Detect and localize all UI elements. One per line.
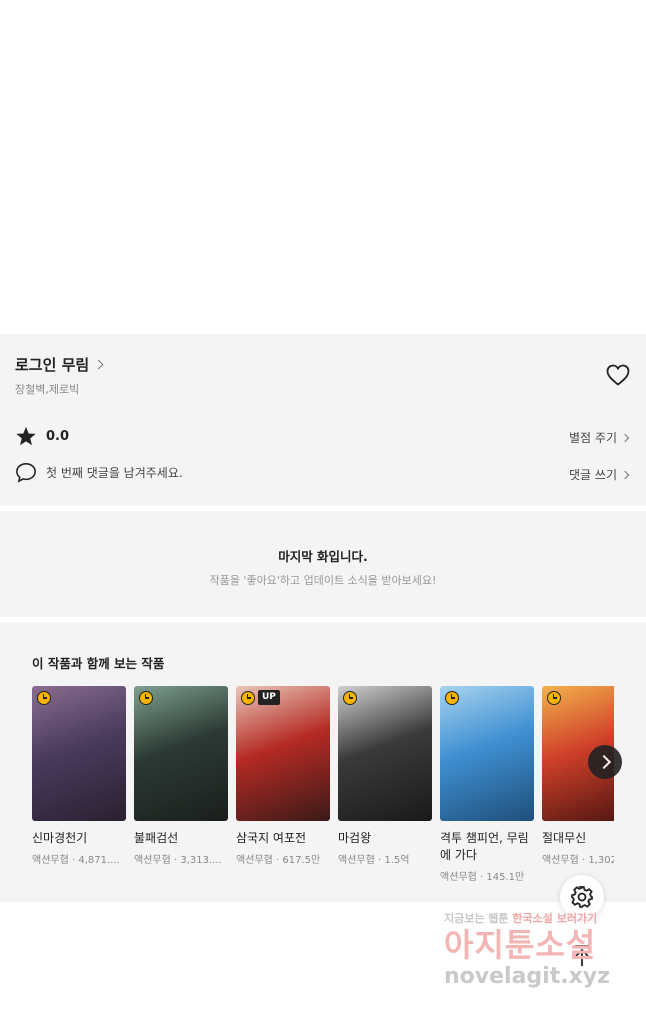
card-title: 절대무신 (542, 831, 587, 845)
chevron-right-icon (93, 359, 104, 370)
card-meta: 액션무협 · 1.5억 (338, 855, 410, 866)
card-genre: 액션무협 (440, 872, 477, 883)
card-views: 145.1만 (486, 872, 525, 883)
heart-outline-icon[interactable] (606, 364, 630, 386)
cover-thumbnail (134, 686, 228, 821)
card-meta: 액션무협 · 1,302... (542, 851, 614, 866)
rate-button[interactable]: 별점 주기 (569, 429, 630, 446)
card-meta: 액션무협 · 3,313.... (134, 855, 222, 866)
arrow-up-icon[interactable] (566, 940, 598, 972)
card-views: 3,313.... (180, 855, 222, 866)
recommendation-card[interactable]: 격투 챔피언, 무림에 가다 액션무협 · 145.1만 (440, 686, 534, 883)
rating-display: 0.0 (15, 426, 69, 447)
chevron-right-icon (620, 470, 630, 479)
card-views: 617.5만 (282, 855, 321, 866)
rating-value: 0.0 (46, 429, 70, 444)
write-comment-label: 댓글 쓰기 (569, 468, 617, 482)
recommendation-card[interactable]: 마검왕 액션무협 · 1.5억 (338, 686, 432, 866)
site-watermark: 지금보는 웹툰 한국소설 보러가기 아지툰소설 novelagit.xyz (444, 910, 634, 1000)
work-title: 로그인 무림 (15, 356, 90, 374)
card-meta: 액션무협 · 617.5만 (236, 855, 321, 866)
card-meta: 액션무협 · 4,871.... (32, 855, 120, 866)
clock-badge-icon (343, 691, 357, 705)
card-title: 신마경천기 (32, 831, 88, 845)
recommendation-card[interactable]: 신마경천기 액션무협 · 4,871.... (32, 686, 126, 866)
last-episode-notice: 마지막 화입니다. 작품을 '좋아요'하고 업데이트 소식을 받아보세요! (0, 511, 646, 617)
card-title: 삼국지 여포전 (236, 831, 307, 845)
card-genre: 액션무협 (32, 855, 69, 866)
recommendations-title: 이 작품과 함께 보는 작품 (32, 656, 165, 671)
recommendations-carousel: 신마경천기 액션무협 · 4,871.... 불패검선 액션무협 · 3,313… (32, 686, 614, 896)
comment-prompt[interactable]: 첫 번째 댓글을 남겨주세요. (15, 462, 183, 483)
card-genre: 액션무협 (542, 855, 579, 866)
watermark-line2: 아지툰소설 (444, 926, 597, 964)
write-comment-button[interactable]: 댓글 쓰기 (569, 466, 630, 483)
settings-button[interactable] (560, 875, 604, 919)
recommendations-section: 이 작품과 함께 보는 작품 신마경천기 액션무협 · 4,871.... 불패… (0, 622, 646, 902)
clock-badge-icon (139, 691, 153, 705)
card-genre: 액션무협 (338, 855, 375, 866)
work-info-panel: 로그인 무림 장철벽,제로빅 0.0 별점 주기 첫 번째 댓글을 남겨주세요.… (0, 334, 646, 506)
carousel-next-button[interactable] (588, 745, 622, 779)
recommendation-card[interactable]: UP 삼국지 여포전 액션무협 · 617.5만 (236, 686, 330, 866)
card-genre: 액션무협 (236, 855, 273, 866)
cover-thumbnail: UP (236, 686, 330, 821)
last-episode-title: 마지막 화입니다. (278, 549, 368, 564)
cover-thumbnail (338, 686, 432, 821)
card-genre: 액션무협 (134, 855, 171, 866)
clock-badge-icon (241, 691, 255, 705)
rate-button-label: 별점 주기 (569, 431, 617, 445)
clock-badge-icon (547, 691, 561, 705)
card-title: 격투 챔피언, 무림에 가다 (440, 831, 529, 862)
gear-icon (571, 886, 593, 908)
up-badge: UP (258, 690, 280, 705)
clock-badge-icon (445, 691, 459, 705)
card-meta: 액션무협 · 145.1만 (440, 872, 525, 883)
work-authors: 장철벽,제로빅 (15, 383, 80, 396)
card-views: 1.5억 (384, 855, 410, 866)
last-episode-subtitle: 작품을 '좋아요'하고 업데이트 소식을 받아보세요! (209, 574, 437, 587)
recommendation-card[interactable]: 불패검선 액션무협 · 3,313.... (134, 686, 228, 866)
viewer-blank-area (0, 0, 646, 334)
chevron-right-icon (620, 433, 630, 442)
card-views: 4,871.... (78, 855, 120, 866)
star-icon (16, 426, 36, 446)
cover-thumbnail (440, 686, 534, 821)
comment-prompt-text: 첫 번째 댓글을 남겨주세요. (46, 466, 183, 480)
watermark-line1: 지금보는 웹툰 한국소설 보러가기 (444, 910, 634, 926)
clock-badge-icon (37, 691, 51, 705)
card-title: 불패검선 (134, 831, 179, 845)
card-views: 1,302... (588, 855, 614, 866)
speech-bubble-icon (16, 463, 36, 483)
watermark-line3: novelagit.xyz (444, 964, 610, 989)
card-title: 마검왕 (338, 831, 372, 845)
watermark-line1-a: 지금보는 웹툰 (444, 912, 513, 925)
cover-thumbnail (32, 686, 126, 821)
work-title-link[interactable]: 로그인 무림 (15, 354, 104, 375)
